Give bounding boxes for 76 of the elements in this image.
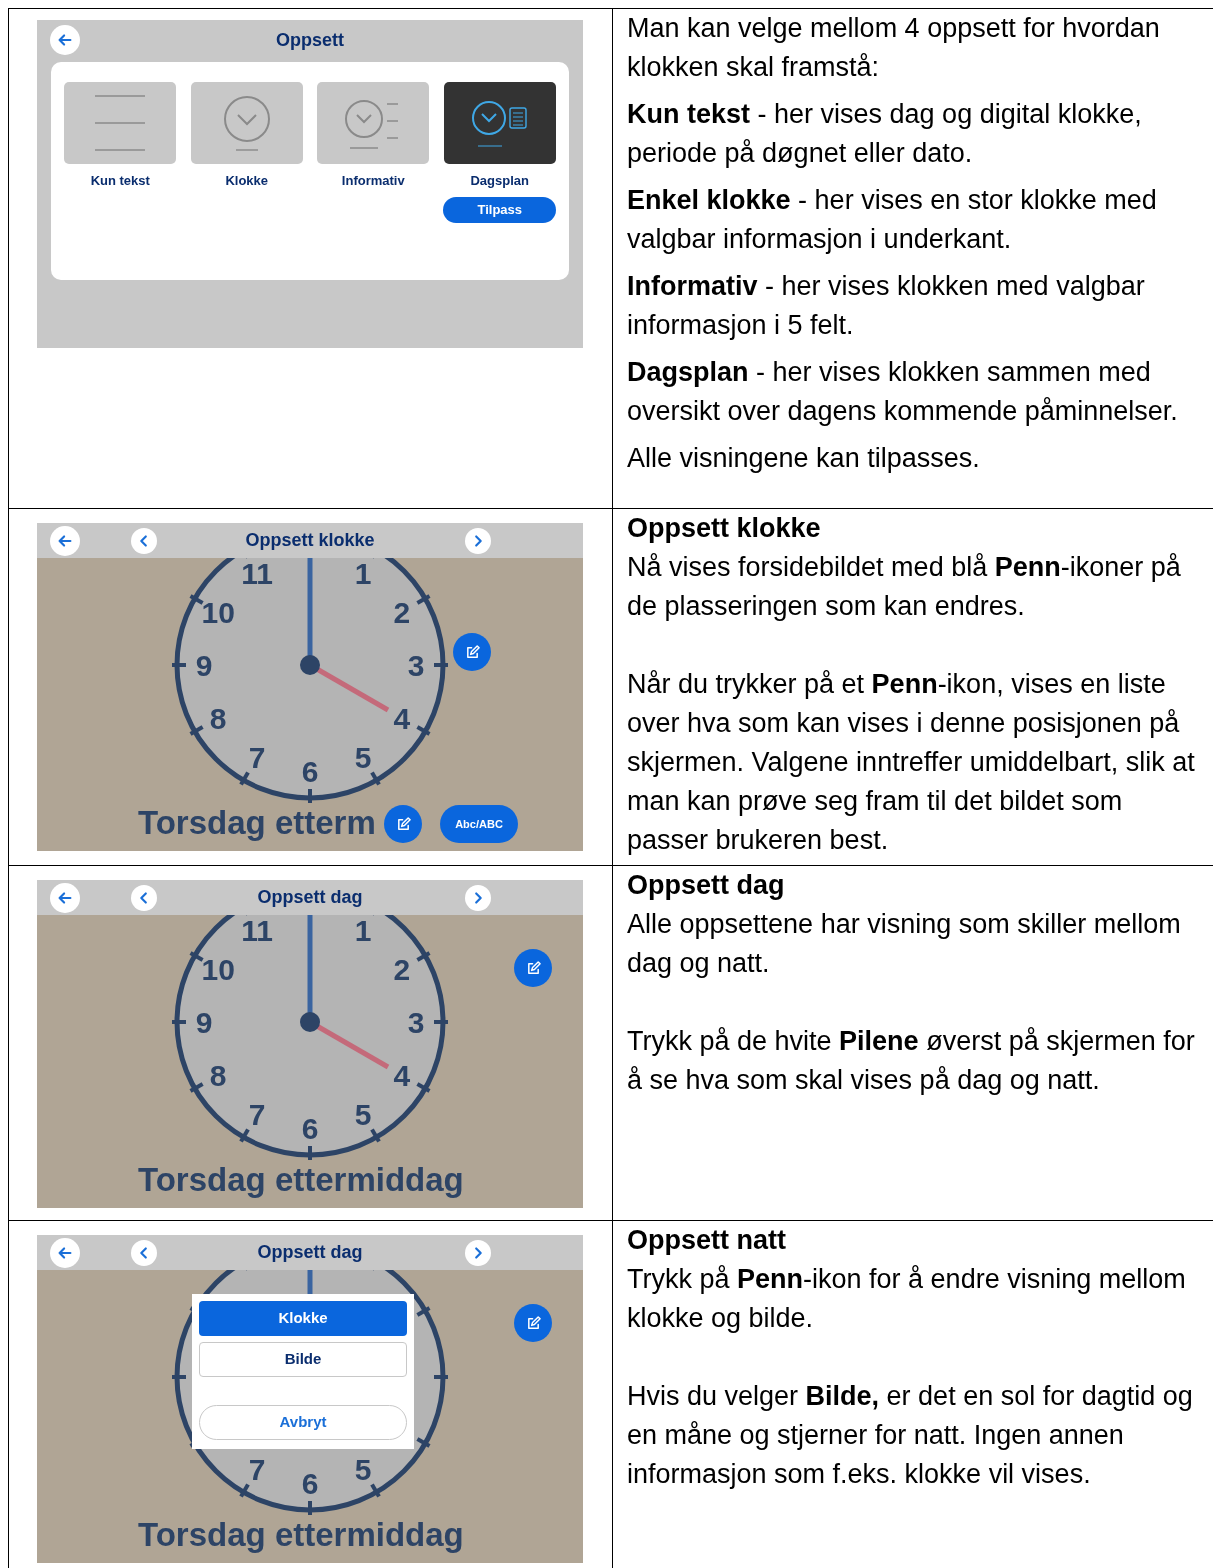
menu-option[interactable]: Klokke [199,1301,407,1336]
edit-icon [525,960,541,976]
clock-numeral: 1 [354,914,372,948]
paragraph: Alle visningene kan tilpasses. [627,442,981,475]
clock-numeral: 1 [354,557,372,591]
option-label: Klokke [225,172,269,190]
clock-numeral: 11 [241,557,273,591]
option-label: Kun tekst [90,172,150,190]
paragraph: Når du trykker på et Penn-ikon, vises en liste over hva som kan vises i denne posisjonen på skjermen. Valgene inntreffer umiddelbart, slik at man kan prøve seg fram til det bildet som passer brukeren best. [627,668,1196,857]
clock-numeral: 6 [301,1112,319,1145]
menu-option[interactable]: Bilde [199,1342,407,1377]
text-format-button[interactable]: Abc/ABC [440,805,518,843]
previous-button[interactable] [131,527,157,554]
paragraph: Nå vises forsidebildet med blå Penn-ikoner på de plasseringen som kan endres. [627,551,1182,623]
clock-numeral: 7 [248,1097,266,1131]
layout-option[interactable] [443,82,556,164]
paragraph: Dagsplan - her vises klokken sammen med oversikt over dagens kommende påminnelser. [627,356,1179,428]
back-button[interactable] [50,1237,80,1268]
clock-numeral: 3 [407,1006,425,1039]
paragraph: Trykk på de hvite Pilene øverst på skjermen for å se hva som skal vises på dag og natt. [627,1025,1196,1097]
clock-numeral: 3 [407,649,425,682]
next-button[interactable] [465,884,491,911]
clock-numeral: 9 [195,1006,213,1039]
section-heading: Oppsett natt [627,1224,787,1257]
screen-title: Oppsett dag [257,1241,363,1264]
screen-title: Oppsett dag [257,886,363,909]
paragraph: Trykk på Penn-ikon for å endre visning mellom klokke og bilde. [627,1263,1187,1335]
clock-numeral: 10 [201,953,235,986]
edit-button[interactable] [453,633,491,671]
back-arrow-icon [56,31,74,49]
clock-numeral: 8 [209,1059,227,1092]
edit-icon [464,644,480,660]
clock-numeral: 7 [248,740,266,774]
back-button[interactable] [50,882,80,913]
day-caption: Torsdag etterm [138,803,376,843]
day-caption: Torsdag ettermiddag [138,1515,464,1555]
clock-numeral: 6 [301,1467,319,1500]
paragraph: Kun tekst - her vises dag og digital klokke, periode på døgnet eller dato. [627,98,1143,170]
clock-numeral: 5 [354,1452,372,1486]
next-button[interactable] [465,1239,491,1266]
edit-button[interactable] [514,1304,552,1342]
paragraph: Informativ - her vises klokken med valgbar informasjon i 5 felt. [627,270,1146,342]
next-button[interactable] [465,527,491,554]
clock-numeral: 2 [393,953,411,986]
clock-numeral: 10 [201,596,235,629]
section-heading: Oppsett dag [627,869,786,902]
clock-numeral: 2 [393,596,411,629]
back-button[interactable] [50,25,80,55]
clock-numeral: 8 [209,702,227,735]
clock-numeral: 11 [241,914,273,948]
previous-button[interactable] [131,1239,157,1266]
clock-numeral: 5 [354,740,372,774]
paragraph: Man kan velge mellom 4 oppsett for hvordan klokken skal framstå: [627,12,1161,84]
option-label: Dagsplan [470,172,529,190]
edit-button[interactable] [384,805,422,843]
clock-numeral: 5 [354,1097,372,1131]
edit-button[interactable] [514,949,552,987]
paragraph: Alle oppsettene har visning som skiller mellom dag og natt. [627,908,1182,980]
screen-title: Oppsett klokke [245,529,375,552]
customize-button[interactable]: Tilpass [443,196,557,223]
edit-icon [525,1315,541,1331]
paragraph: Enkel klokke - her vises en stor klokke med valgbar informasjon i underkant. [627,184,1158,256]
screen-title: Oppsett [276,28,344,52]
back-button[interactable] [50,525,80,556]
clock-numeral: 4 [393,702,411,735]
day-caption: Torsdag ettermiddag [138,1160,464,1200]
edit-icon [395,816,411,832]
option-label: Informativ [341,172,405,190]
previous-button[interactable] [131,884,157,911]
clock-numeral: 7 [248,1452,266,1486]
clock-numeral: 4 [393,1059,411,1092]
section-heading: Oppsett klokke [627,512,822,545]
clock-numeral: 9 [195,649,213,682]
paragraph: Hvis du velger Bilde, er det en sol for dagtid og en måne og stjerner for natt. Ingen annen informasjon som f.eks. klokke vil vises. [627,1380,1194,1491]
cancel-button[interactable]: Avbryt [199,1405,407,1440]
clock-numeral: 6 [301,755,319,788]
